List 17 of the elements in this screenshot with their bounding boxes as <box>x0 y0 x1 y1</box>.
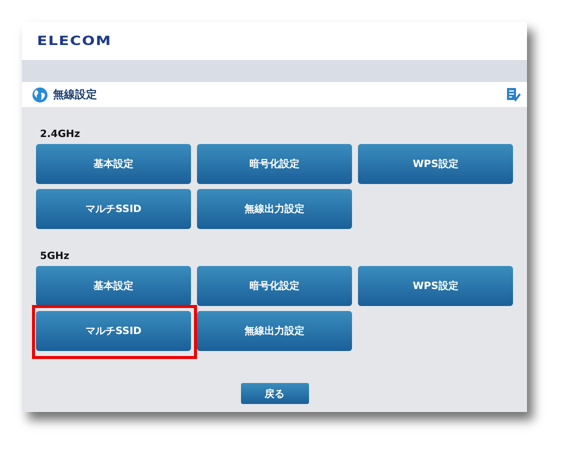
settings-button[interactable]: 暗号化設定 <box>197 266 352 306</box>
checklist-icon[interactable] <box>506 87 521 102</box>
settings-button[interactable]: 無線出力設定 <box>197 311 352 351</box>
settings-button[interactable]: マルチSSID <box>36 189 191 229</box>
settings-button[interactable]: マルチSSID <box>36 311 191 351</box>
section-label: 2.4GHz <box>40 129 80 140</box>
settings-button[interactable]: 基本設定 <box>36 144 191 184</box>
settings-button[interactable]: 基本設定 <box>36 266 191 306</box>
globe-icon <box>32 86 48 102</box>
back-button[interactable]: 戻る <box>240 383 308 404</box>
settings-button[interactable]: 無線出力設定 <box>197 189 352 229</box>
settings-button[interactable]: WPS設定 <box>358 144 513 184</box>
settings-button[interactable]: 暗号化設定 <box>197 144 352 184</box>
settings-button[interactable]: WPS設定 <box>358 266 513 306</box>
logo: ELECOM <box>37 33 112 49</box>
page-title: 無線設定 <box>53 87 98 102</box>
section-label: 5GHz <box>40 251 70 262</box>
